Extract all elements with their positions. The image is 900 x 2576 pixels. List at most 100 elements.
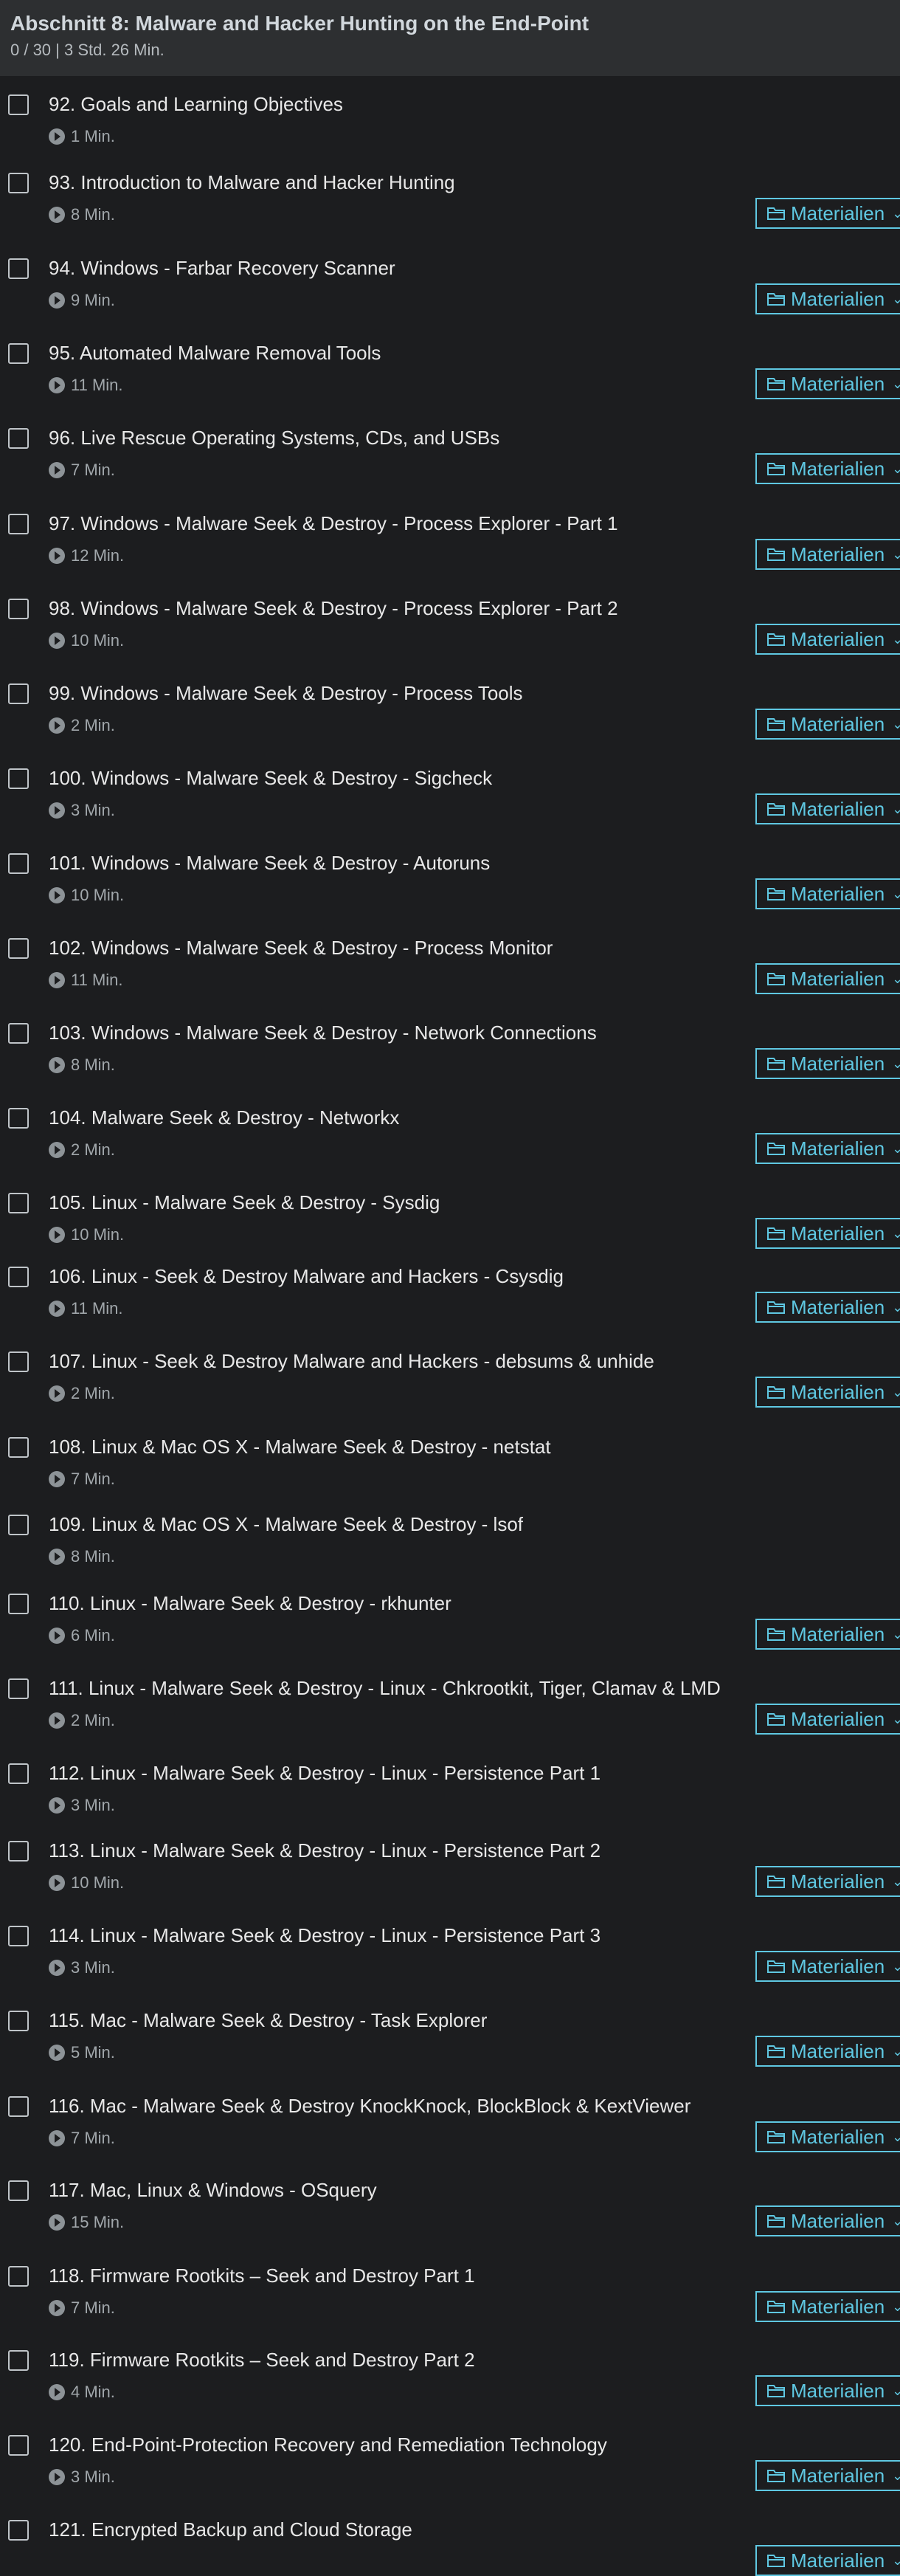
lecture-title[interactable]: 119. Firmware Rootkits – Seek and Destro… — [49, 2347, 475, 2372]
lecture-title[interactable]: 105. Linux - Malware Seek & Destroy - Sy… — [49, 1190, 440, 1215]
lecture-checkbox[interactable] — [8, 1678, 29, 1699]
resources-button[interactable]: Materialien ⌄ — [755, 793, 900, 824]
lecture-title[interactable]: 116. Mac - Malware Seek & Destroy KnockK… — [49, 2093, 690, 2118]
lecture-title[interactable]: 100. Windows - Malware Seek & Destroy - … — [49, 765, 492, 791]
lecture-title[interactable]: 96. Live Rescue Operating Systems, CDs, … — [49, 425, 499, 450]
folder-open-icon — [767, 1385, 785, 1399]
lecture-checkbox[interactable] — [8, 1515, 29, 1535]
chevron-down-icon: ⌄ — [892, 802, 900, 816]
lecture-checkbox[interactable] — [8, 343, 29, 364]
lecture-checkbox[interactable] — [8, 2520, 29, 2541]
lecture-checkbox[interactable] — [8, 853, 29, 874]
lecture-checkbox[interactable] — [8, 94, 29, 115]
lecture-checkbox[interactable] — [8, 428, 29, 449]
lecture-duration: 1 Min. — [49, 127, 115, 146]
duration-text: 2 Min. — [71, 1711, 115, 1729]
lecture-checkbox[interactable] — [8, 2096, 29, 2117]
resources-button[interactable]: Materialien ⌄ — [755, 1218, 900, 1249]
lecture-title[interactable]: 118. Firmware Rootkits – Seek and Destro… — [49, 2263, 475, 2288]
lecture-checkbox[interactable] — [8, 514, 29, 534]
lecture-checkbox[interactable] — [8, 2011, 29, 2031]
resources-button[interactable]: Materialien ⌄ — [755, 1866, 900, 1897]
lecture-title[interactable]: 101. Windows - Malware Seek & Destroy - … — [49, 850, 490, 875]
resources-button[interactable]: Materialien ⌄ — [755, 1048, 900, 1079]
lecture-checkbox[interactable] — [8, 1841, 29, 1862]
duration-text: 8 Min. — [71, 1055, 115, 1074]
resources-button[interactable]: Materialien ⌄ — [755, 2291, 900, 2322]
lecture-title[interactable]: 102. Windows - Malware Seek & Destroy - … — [49, 935, 553, 960]
lecture-title[interactable]: 112. Linux - Malware Seek & Destroy - Li… — [49, 1760, 600, 1785]
lecture-checkbox[interactable] — [8, 1594, 29, 1614]
resources-button[interactable]: Materialien ⌄ — [755, 878, 900, 909]
lecture-title[interactable]: 98. Windows - Malware Seek & Destroy - P… — [49, 596, 618, 621]
resources-button[interactable]: Materialien ⌄ — [755, 2205, 900, 2236]
lecture-title[interactable]: 94. Windows - Farbar Recovery Scanner — [49, 255, 395, 280]
lecture-checkbox[interactable] — [8, 1267, 29, 1287]
resources-button[interactable]: Materialien ⌄ — [755, 709, 900, 740]
lecture-title[interactable]: 97. Windows - Malware Seek & Destroy - P… — [49, 511, 618, 536]
lecture-checkbox[interactable] — [8, 1193, 29, 1213]
lecture-title[interactable]: 109. Linux & Mac OS X - Malware Seek & D… — [49, 1512, 523, 1537]
chevron-down-icon: ⌄ — [892, 1056, 900, 1071]
duration-text: 11 Min. — [71, 1299, 123, 1318]
lecture-title[interactable]: 114. Linux - Malware Seek & Destroy - Li… — [49, 1923, 600, 1948]
lecture-checkbox[interactable] — [8, 768, 29, 789]
resources-label: Materialien — [791, 628, 885, 650]
folder-open-icon — [767, 2045, 785, 2058]
lecture-checkbox[interactable] — [8, 683, 29, 704]
resources-button[interactable]: Materialien ⌄ — [755, 1951, 900, 1982]
lecture-checkbox[interactable] — [8, 258, 29, 279]
resources-button[interactable]: Materialien ⌄ — [755, 624, 900, 655]
resources-button[interactable]: Materialien ⌄ — [755, 2460, 900, 2491]
lecture-checkbox[interactable] — [8, 2180, 29, 2201]
lecture-title[interactable]: 93. Introduction to Malware and Hacker H… — [49, 170, 455, 195]
lecture-title[interactable]: 121. Encrypted Backup and Cloud Storage — [49, 2517, 412, 2542]
lecture-title[interactable]: 95. Automated Malware Removal Tools — [49, 340, 381, 365]
resources-button[interactable]: Materialien ⌄ — [755, 2545, 900, 2576]
lecture-title[interactable]: 111. Linux - Malware Seek & Destroy - Li… — [49, 1676, 721, 1701]
lecture-checkbox[interactable] — [8, 1023, 29, 1044]
lecture-title[interactable]: 107. Linux - Seek & Destroy Malware and … — [49, 1349, 654, 1374]
lecture-checkbox[interactable] — [8, 1763, 29, 1784]
lecture-title[interactable]: 103. Windows - Malware Seek & Destroy - … — [49, 1020, 597, 1045]
duration-text: 3 Min. — [71, 1958, 115, 1977]
resources-button[interactable]: Materialien ⌄ — [755, 1292, 900, 1323]
resources-button[interactable]: Materialien ⌄ — [755, 963, 900, 994]
lecture-title[interactable]: 115. Mac - Malware Seek & Destroy - Task… — [49, 2008, 487, 2033]
lecture-title[interactable]: 110. Linux - Malware Seek & Destroy - rk… — [49, 1591, 451, 1616]
lecture-title[interactable]: 92. Goals and Learning Objectives — [49, 92, 343, 117]
lecture-title[interactable]: 113. Linux - Malware Seek & Destroy - Li… — [49, 1838, 600, 1863]
lecture-title[interactable]: 106. Linux - Seek & Destroy Malware and … — [49, 1264, 564, 1289]
lecture-checkbox[interactable] — [8, 2266, 29, 2287]
lecture-title[interactable]: 99. Windows - Malware Seek & Destroy - P… — [49, 681, 523, 706]
lecture-title[interactable]: 104. Malware Seek & Destroy - Networkx — [49, 1105, 399, 1130]
lecture-checkbox[interactable] — [8, 1108, 29, 1129]
section-header[interactable]: Abschnitt 8: Malware and Hacker Hunting … — [0, 0, 900, 76]
lecture-title[interactable]: 120. End-Point-Protection Recovery and R… — [49, 2432, 607, 2457]
resources-button[interactable]: Materialien ⌄ — [755, 2375, 900, 2406]
resources-button[interactable]: Materialien ⌄ — [755, 539, 900, 570]
duration-text: 10 Min. — [71, 886, 125, 904]
lecture-title[interactable]: 108. Linux & Mac OS X - Malware Seek & D… — [49, 1434, 551, 1459]
lecture-checkbox[interactable] — [8, 1437, 29, 1458]
lecture-checkbox[interactable] — [8, 599, 29, 619]
lecture-checkbox[interactable] — [8, 2435, 29, 2456]
resources-button[interactable]: Materialien ⌄ — [755, 198, 900, 229]
resources-button[interactable]: Materialien ⌄ — [755, 1377, 900, 1408]
resources-button[interactable]: Materialien ⌄ — [755, 368, 900, 399]
lecture-checkbox[interactable] — [8, 2350, 29, 2371]
lecture-checkbox[interactable] — [8, 938, 29, 959]
lecture-checkbox[interactable] — [8, 1351, 29, 1372]
lecture-duration: 12 Min. — [49, 546, 124, 565]
resources-button[interactable]: Materialien ⌄ — [755, 453, 900, 484]
resources-button[interactable]: Materialien ⌄ — [755, 1619, 900, 1650]
resources-button[interactable]: Materialien ⌄ — [755, 1133, 900, 1164]
lecture-title[interactable]: 117. Mac, Linux & Windows - OSquery — [49, 2177, 377, 2203]
resources-button[interactable]: Materialien ⌄ — [755, 283, 900, 314]
folder-open-icon — [767, 1875, 785, 1888]
resources-button[interactable]: Materialien ⌄ — [755, 2121, 900, 2152]
resources-button[interactable]: Materialien ⌄ — [755, 1704, 900, 1735]
lecture-checkbox[interactable] — [8, 1926, 29, 1946]
resources-button[interactable]: Materialien ⌄ — [755, 2036, 900, 2067]
lecture-checkbox[interactable] — [8, 173, 29, 193]
